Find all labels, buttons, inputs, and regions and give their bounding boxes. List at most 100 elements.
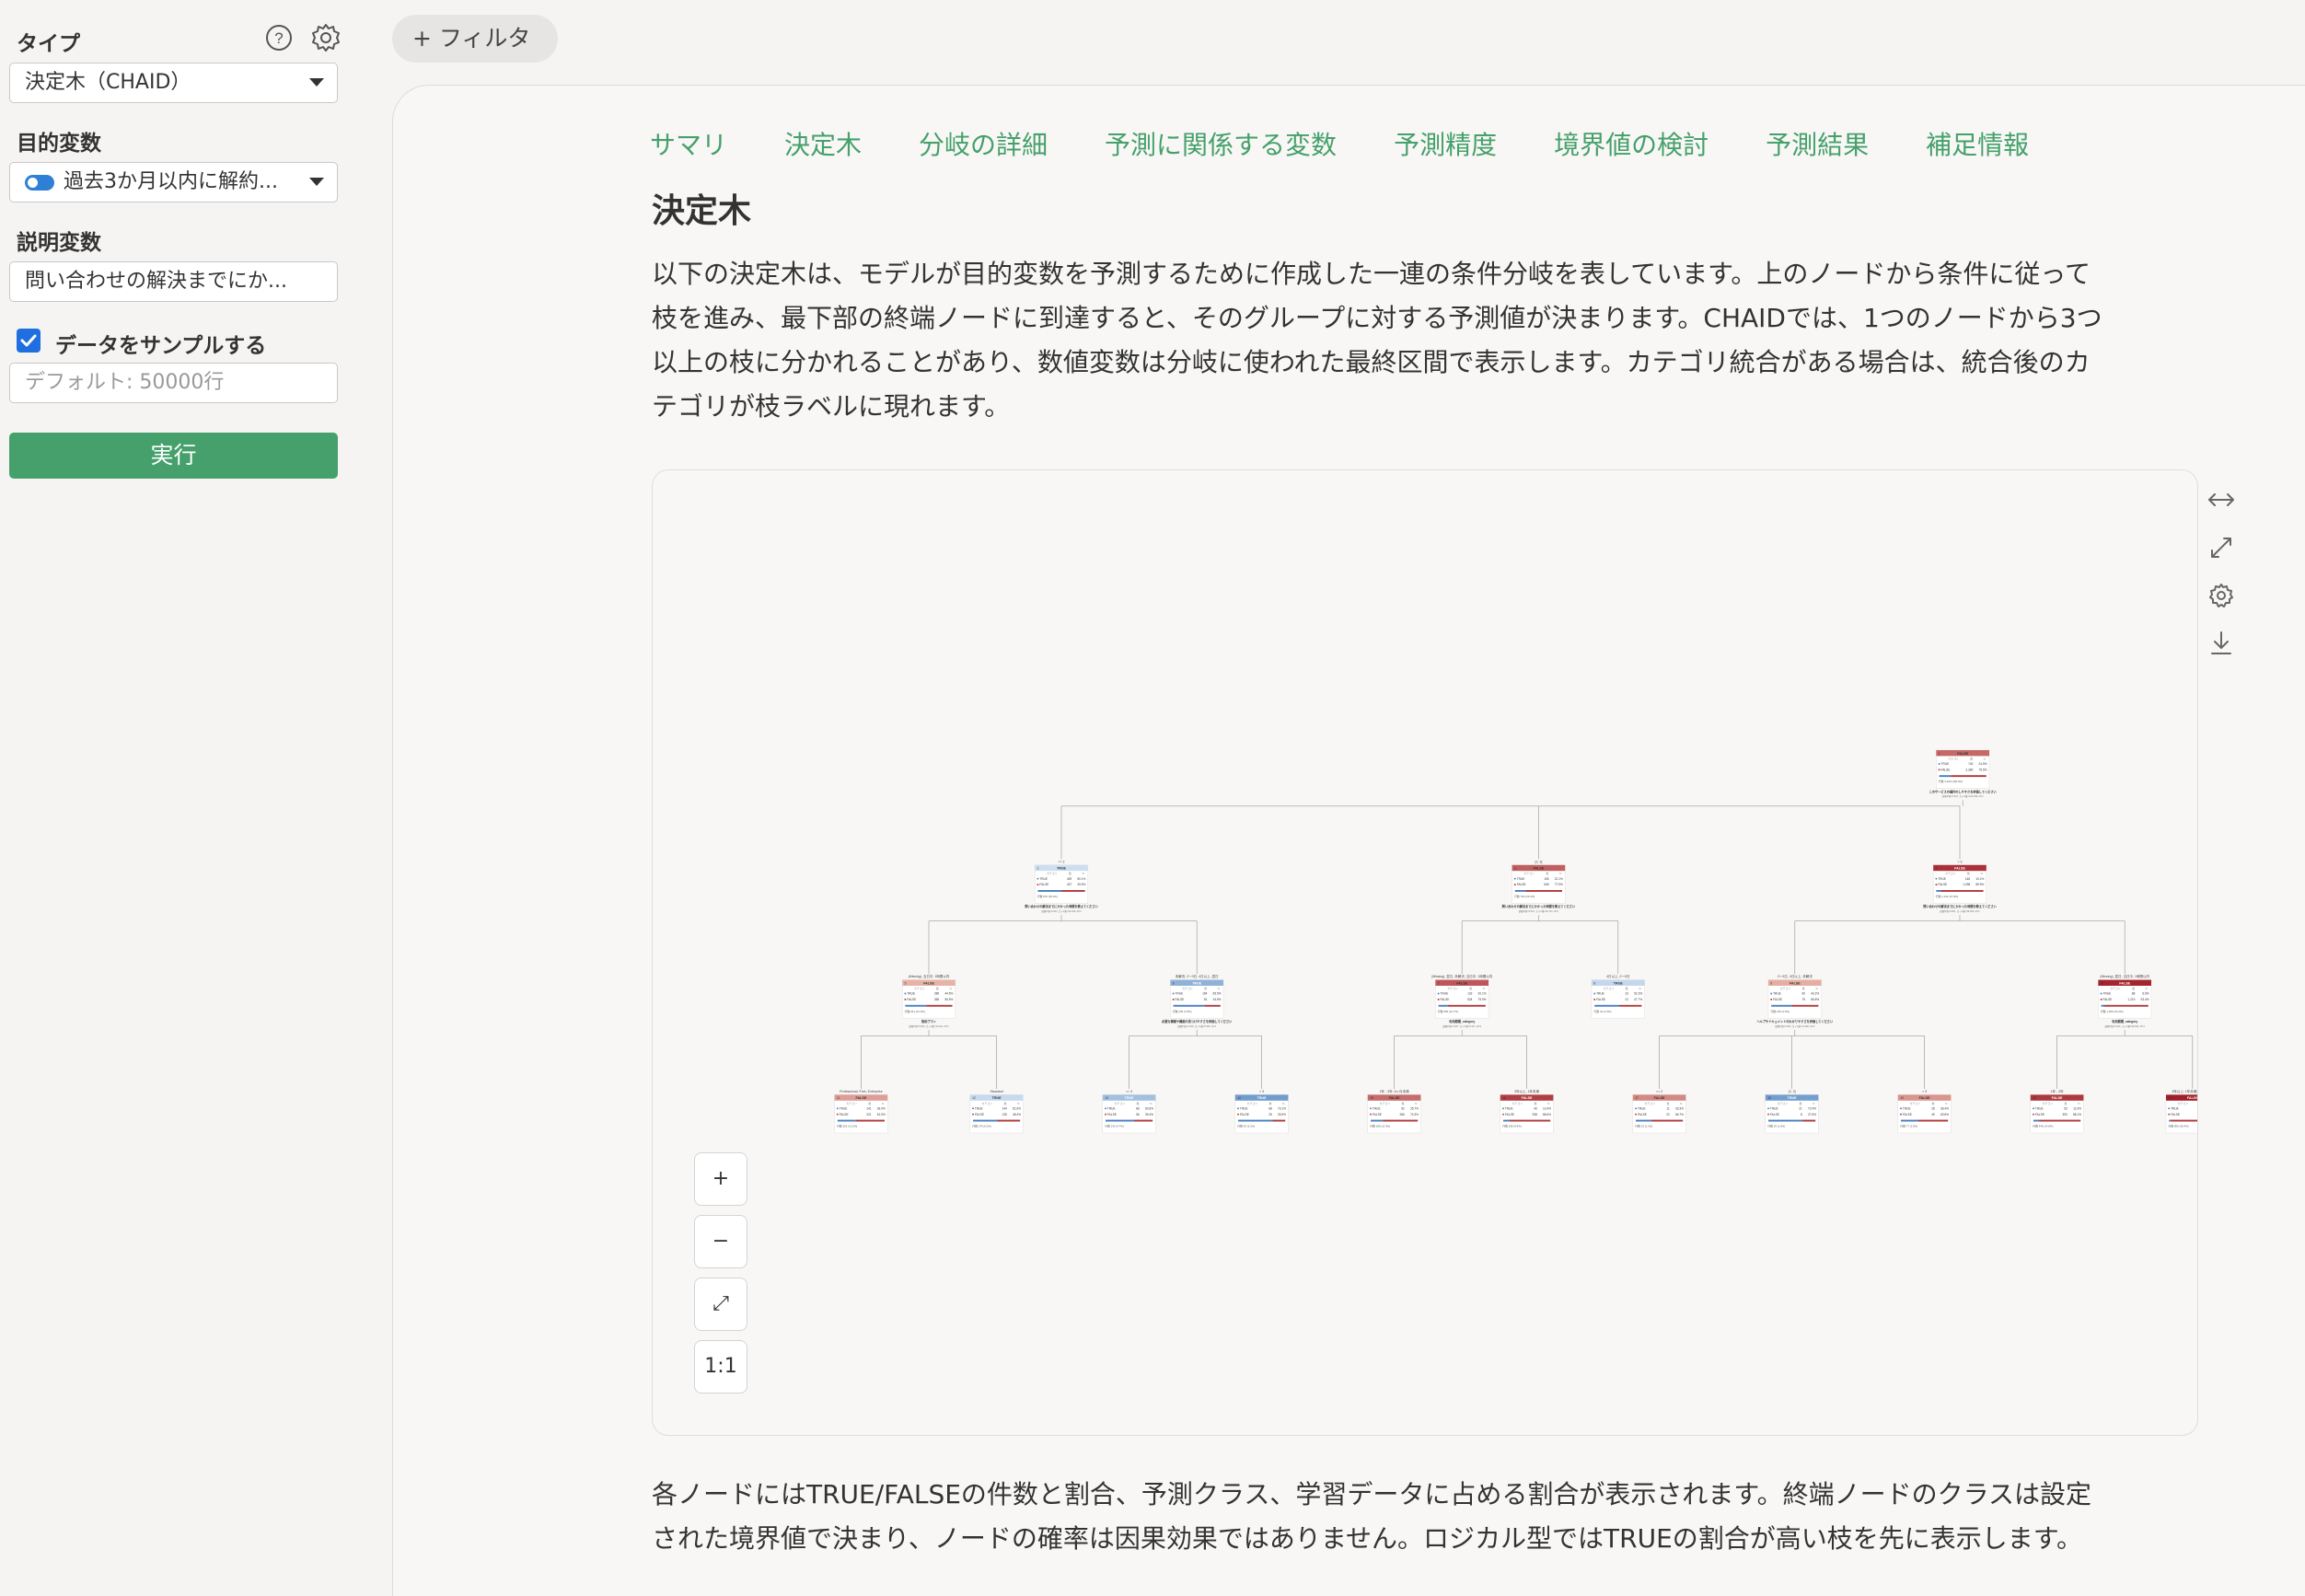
false-dot-icon <box>1635 1113 1637 1116</box>
tree-edge-label: <= 2 <box>1656 1090 1662 1093</box>
run-button[interactable]: 実行 <box>9 433 338 479</box>
tree-row-label: TRUE <box>2171 1106 2179 1110</box>
tab-supplementary[interactable]: 補足情報 <box>1926 125 2029 162</box>
true-dot-icon <box>904 992 907 995</box>
zoom-out-button[interactable]: − <box>694 1215 747 1268</box>
explanatory-label: 説明変数 <box>17 231 101 255</box>
tree-true-pct: 60.6% <box>1145 1106 1153 1110</box>
tree-col-header: % <box>1815 987 1818 990</box>
tree-row-label: TRUE <box>1517 877 1525 881</box>
tree-row-label: FALSE <box>1441 998 1450 1001</box>
tree-edge-label: (2, 3] <box>1535 860 1542 863</box>
false-proportion-bar <box>1618 1004 1642 1007</box>
tree-col-header: 数 <box>2132 986 2135 990</box>
tree-row-label: TRUE <box>840 1106 848 1110</box>
false-dot-icon <box>1767 1113 1769 1116</box>
tree-row-label: TRUE <box>2103 992 2112 996</box>
true-proportion-bar <box>1636 1119 1652 1122</box>
tab-decision-tree[interactable]: 決定木 <box>784 125 862 162</box>
tree-col-header: % <box>1150 1102 1152 1105</box>
fullscreen-icon[interactable] <box>2206 532 2237 563</box>
sample-size-input[interactable]: デフォルト: 50000行 <box>9 363 338 403</box>
tree-col-header: カテゴリ <box>1948 756 1959 760</box>
tree-node-label: FALSE <box>1954 867 1965 871</box>
tree-split-stats: 調整P値<0.001, カイ2乗=30.336, df=1 <box>1041 909 1082 913</box>
false-proportion-bar <box>1940 890 1984 892</box>
tree-true-pct: 22.1% <box>1555 877 1563 881</box>
tab-important-variables[interactable]: 予測に関係する変数 <box>1105 125 1337 162</box>
tree-edge-label: Standard <box>990 1090 1002 1093</box>
tree-row-label: FALSE <box>1107 1113 1117 1116</box>
zoom-fit-button[interactable]: ⤢ <box>694 1278 747 1331</box>
tree-node-rows: 行数 142 (4.7%) <box>1105 1124 1124 1128</box>
download-icon[interactable] <box>2206 628 2237 659</box>
zoom-in-button[interactable]: + <box>694 1152 747 1206</box>
true-proportion-bar <box>905 1004 927 1007</box>
tab-summary[interactable]: サマリ <box>650 125 727 162</box>
tree-true-count: 86 <box>2132 992 2136 996</box>
tree-true-pct: 51.6% <box>1013 1106 1021 1110</box>
tree-node-rows: 行数 77 (2.5%) <box>1900 1124 1917 1128</box>
tree-false-count: 56 <box>1136 1113 1140 1116</box>
gear-icon[interactable] <box>310 22 342 53</box>
tree-node-id: 17 <box>1635 1096 1639 1100</box>
tab-split-details[interactable]: 分岐の詳細 <box>919 125 1048 162</box>
true-proportion-bar <box>2033 1119 2040 1122</box>
tree-node-label: TRUE <box>1788 1096 1798 1100</box>
tree-col-header: % <box>1082 872 1084 875</box>
tree-split-variable: 利用期間_category <box>2111 1019 2137 1024</box>
tree-node-label: FALSE <box>855 1096 866 1100</box>
tree-false-count: 524 <box>1467 998 1473 1001</box>
tree-true-count: 146 <box>1965 877 1971 881</box>
true-dot-icon <box>1105 1107 1106 1110</box>
tree-true-pct: 39.0% <box>877 1106 886 1110</box>
type-select[interactable]: 決定木（CHAID） <box>9 63 338 103</box>
tree-node-rows: 行数 3,020 (100.0%) <box>1939 779 1963 783</box>
tab-accuracy[interactable]: 予測精度 <box>1394 125 1497 162</box>
target-select[interactable]: 過去3か月以内に解約... <box>9 162 338 202</box>
true-dot-icon <box>1938 762 1940 765</box>
tree-false-count: 393 <box>2062 1113 2068 1116</box>
tree-col-header: 数 <box>1667 1101 1670 1105</box>
tree-col-header: カテゴリ <box>2110 986 2121 990</box>
tree-row-label: FALSE <box>1770 1113 1779 1116</box>
decision-tree-diagram[interactable]: 1 FALSEカテゴリ数 %TRUE 740 24.5%FALSE 2,280 75.5%行… <box>653 470 2198 1436</box>
tree-col-header: 数 <box>1967 871 1970 875</box>
false-dot-icon <box>1237 1113 1239 1116</box>
true-dot-icon <box>1237 1107 1239 1110</box>
sample-label: データをサンプルする <box>55 334 267 358</box>
explanatory-select[interactable]: 問い合わせの解決までにか... <box>9 261 338 302</box>
tree-false-count: 2,280 <box>1965 768 1973 771</box>
type-select-value: 決定木（CHAID） <box>25 71 191 94</box>
tree-col-header: カテゴリ <box>2043 1101 2054 1105</box>
sample-checkbox[interactable] <box>17 329 41 353</box>
tab-prediction-results[interactable]: 予測結果 <box>1766 125 1869 162</box>
expand-horizontal-icon[interactable] <box>2206 484 2237 515</box>
tree-split-variable: 利用期間_category <box>1448 1019 1475 1024</box>
tab-threshold[interactable]: 境界値の検討 <box>1554 125 1708 162</box>
tree-node-id: 15 <box>1370 1096 1373 1100</box>
zoom-reset-button[interactable]: 1:1 <box>694 1340 747 1394</box>
true-dot-icon <box>972 1107 974 1110</box>
tree-row-label: TRUE <box>1596 992 1604 996</box>
help-icon[interactable]: ? <box>263 22 295 53</box>
settings-icon[interactable] <box>2206 580 2237 611</box>
filter-button[interactable]: + フィルタ <box>392 15 558 63</box>
tree-edge-label: 4日以上, 2〜3日 <box>1606 974 1629 978</box>
tree-edge-label: <= 2 <box>1058 860 1064 863</box>
tree-false-pct: 79.9% <box>1478 998 1487 1001</box>
tree-col-header: 数 <box>1535 1101 1537 1105</box>
tree-split-stats: 調整P値<0.001, カイ2乗=24.722, df=1 <box>1519 909 1559 913</box>
tree-true-pct: 73.1% <box>1278 1106 1286 1110</box>
true-proportion-bar <box>1238 1119 1273 1122</box>
tree-false-pct: 27.6% <box>1808 1113 1816 1116</box>
false-dot-icon <box>1513 884 1516 886</box>
tree-node-label: FALSE <box>1522 1096 1533 1100</box>
tree-row-label: TRUE <box>1107 1106 1116 1110</box>
tree-row-label: FALSE <box>1373 1113 1382 1116</box>
tree-row-label: FALSE <box>1240 1113 1249 1116</box>
true-dot-icon <box>1935 877 1938 880</box>
tree-panel[interactable]: 1 FALSE カテゴリ数% TRUE 740 24.5% FALSE 2,280 75.5% 行… <box>652 469 2198 1436</box>
tree-split-stats: 調整P値<0.001, カイ2乗=38.932, df=1 <box>1940 909 1980 913</box>
false-proportion-bar <box>1951 775 1986 778</box>
